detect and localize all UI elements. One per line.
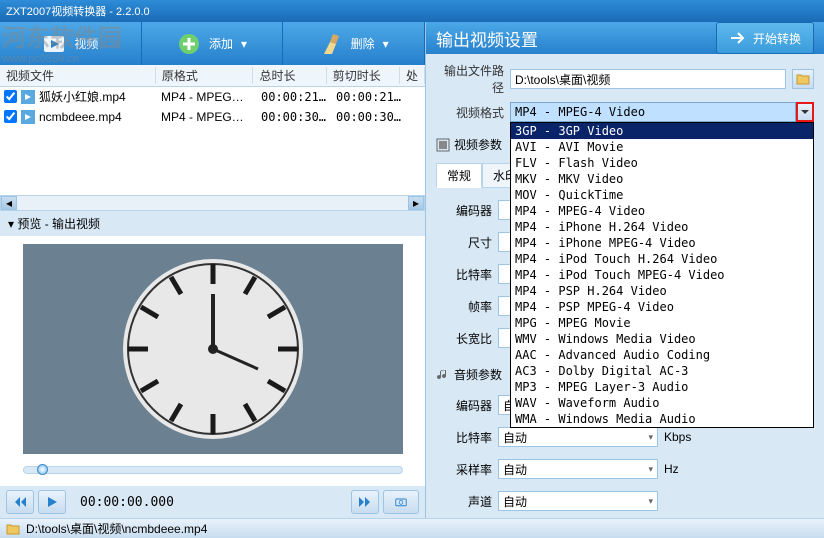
format-option[interactable]: MP4 - iPod Touch H.264 Video <box>511 251 813 267</box>
preview-title[interactable]: 预览 - 输出视频 <box>0 211 425 236</box>
col-duration: 总时长 <box>253 67 326 84</box>
progress-slider[interactable] <box>23 466 403 474</box>
add-label: 添加 <box>209 35 233 52</box>
dropdown-arrow-icon: ▾ <box>241 37 247 51</box>
format-option[interactable]: MP4 - PSP H.264 Video <box>511 283 813 299</box>
window-title: ZXT2007视频转换器 - 2.2.0.0 <box>6 3 150 19</box>
format-option[interactable]: WAV - Waveform Audio <box>511 395 813 411</box>
format-option[interactable]: MP4 - iPod Touch MPEG-4 Video <box>511 267 813 283</box>
unit-kbps: Kbps <box>664 430 691 444</box>
format-option[interactable]: WMA - Windows Media Audio <box>511 411 813 427</box>
col-proc: 处 <box>400 67 425 84</box>
scroll-right-button[interactable]: ▸ <box>408 196 424 210</box>
format-option[interactable]: MP4 - PSP MPEG-4 Video <box>511 299 813 315</box>
aspect-label: 长宽比 <box>436 330 492 347</box>
file-checkbox[interactable] <box>4 110 17 123</box>
video-file-icon <box>21 110 35 124</box>
output-path-field[interactable] <box>510 69 786 89</box>
playback-time: 00:00:00.000 <box>70 495 184 510</box>
add-button[interactable]: 添加 ▾ <box>142 22 284 65</box>
col-format: 原格式 <box>156 67 254 84</box>
file-checkbox[interactable] <box>4 90 17 103</box>
scroll-left-button[interactable]: ◂ <box>1 196 17 210</box>
broom-icon <box>319 32 343 56</box>
video-format-combo[interactable] <box>510 102 796 122</box>
format-option[interactable]: AAC - Advanced Audio Coding <box>511 347 813 363</box>
convert-arrow-icon <box>729 29 747 47</box>
file-list-header: 视频文件 原格式 总时长 剪切时长 处 <box>0 65 425 87</box>
format-option[interactable]: MOV - QuickTime <box>511 187 813 203</box>
next-button[interactable] <box>351 490 379 514</box>
format-option[interactable]: MKV - MKV Video <box>511 171 813 187</box>
tab-general[interactable]: 常规 <box>436 163 482 188</box>
music-note-icon <box>436 368 450 382</box>
format-option[interactable]: FLV - Flash Video <box>511 155 813 171</box>
file-row[interactable]: ncmbdeee.mp4 MP4 - MPEG… 00:00:30… 00:00… <box>0 107 425 127</box>
start-convert-button[interactable]: 开始转换 <box>716 22 814 54</box>
fps-label: 帧率 <box>436 298 492 315</box>
audio-params-head: 音频参数 <box>454 366 502 383</box>
format-option[interactable]: AVI - AVI Movie <box>511 139 813 155</box>
delete-label: 删除 <box>351 35 375 52</box>
format-option[interactable]: MP4 - iPhone H.264 Video <box>511 219 813 235</box>
format-option[interactable]: MP4 - iPhone MPEG-4 Video <box>511 235 813 251</box>
file-list[interactable]: 狐妖小红娘.mp4 MP4 - MPEG… 00:00:21… 00:00:21… <box>0 87 425 195</box>
file-row[interactable]: 狐妖小红娘.mp4 MP4 - MPEG… 00:00:21… 00:00:21… <box>0 87 425 107</box>
size-label: 尺寸 <box>436 234 492 251</box>
video-preview[interactable] <box>23 244 403 454</box>
audio-sample-label: 采样率 <box>436 461 492 478</box>
audio-channel-combo[interactable]: 自动 <box>498 491 658 511</box>
video-format-dropdown-button[interactable] <box>796 102 814 122</box>
progress-thumb[interactable] <box>37 464 48 475</box>
video-tab-button[interactable]: 视频 <box>0 22 142 65</box>
h-scrollbar[interactable]: ◂ ▸ <box>0 195 425 211</box>
statusbar: D:\tools\桌面\视频\ncmbdeee.mp4 <box>0 518 824 538</box>
col-name: 视频文件 <box>0 67 156 84</box>
chevron-down-icon <box>801 108 809 116</box>
plus-icon <box>177 32 201 56</box>
statusbar-path: D:\tools\桌面\视频\ncmbdeee.mp4 <box>26 520 207 537</box>
audio-bitrate-combo[interactable]: 自动 <box>498 427 658 447</box>
video-file-icon <box>21 90 35 104</box>
output-header-title: 输出视频设置 <box>436 26 706 51</box>
audio-encoder-label: 编码器 <box>436 397 492 414</box>
video-icon <box>42 32 66 56</box>
prev-button[interactable] <box>6 490 34 514</box>
format-option[interactable]: AC3 - Dolby Digital AC-3 <box>511 363 813 379</box>
audio-bitrate-label: 比特率 <box>436 429 492 446</box>
audio-sample-combo[interactable]: 自动 <box>498 459 658 479</box>
unit-hz: Hz <box>664 462 679 476</box>
play-button[interactable] <box>38 490 66 514</box>
output-path-label: 输出文件路径 <box>436 62 504 96</box>
bitrate-label: 比特率 <box>436 266 492 283</box>
format-option[interactable]: MP4 - MPEG-4 Video <box>511 203 813 219</box>
encoder-label: 编码器 <box>436 202 492 219</box>
clock-frame-image <box>113 249 313 449</box>
folder-icon <box>796 73 810 85</box>
film-icon <box>436 138 450 152</box>
video-format-label: 视频格式 <box>436 104 504 121</box>
titlebar[interactable]: ZXT2007视频转换器 - 2.2.0.0 <box>0 0 824 22</box>
col-cut: 剪切时长 <box>327 67 400 84</box>
video-tab-label: 视频 <box>74 35 98 52</box>
format-option[interactable]: MPG - MPEG Movie <box>511 315 813 331</box>
dropdown-arrow-icon: ▾ <box>383 37 389 51</box>
audio-channel-label: 声道 <box>436 493 492 510</box>
video-format-dropdown-list[interactable]: 3GP - 3GP VideoAVI - AVI MovieFLV - Flas… <box>510 122 814 428</box>
video-params-head: 视频参数 <box>454 136 502 153</box>
format-option[interactable]: 3GP - 3GP Video <box>511 123 813 139</box>
folder-icon <box>6 523 20 535</box>
format-option[interactable]: WMV - Windows Media Video <box>511 331 813 347</box>
capture-button[interactable] <box>383 490 419 514</box>
delete-button[interactable]: 删除 ▾ <box>283 22 425 65</box>
format-option[interactable]: MP3 - MPEG Layer-3 Audio <box>511 379 813 395</box>
browse-folder-button[interactable] <box>792 69 814 89</box>
